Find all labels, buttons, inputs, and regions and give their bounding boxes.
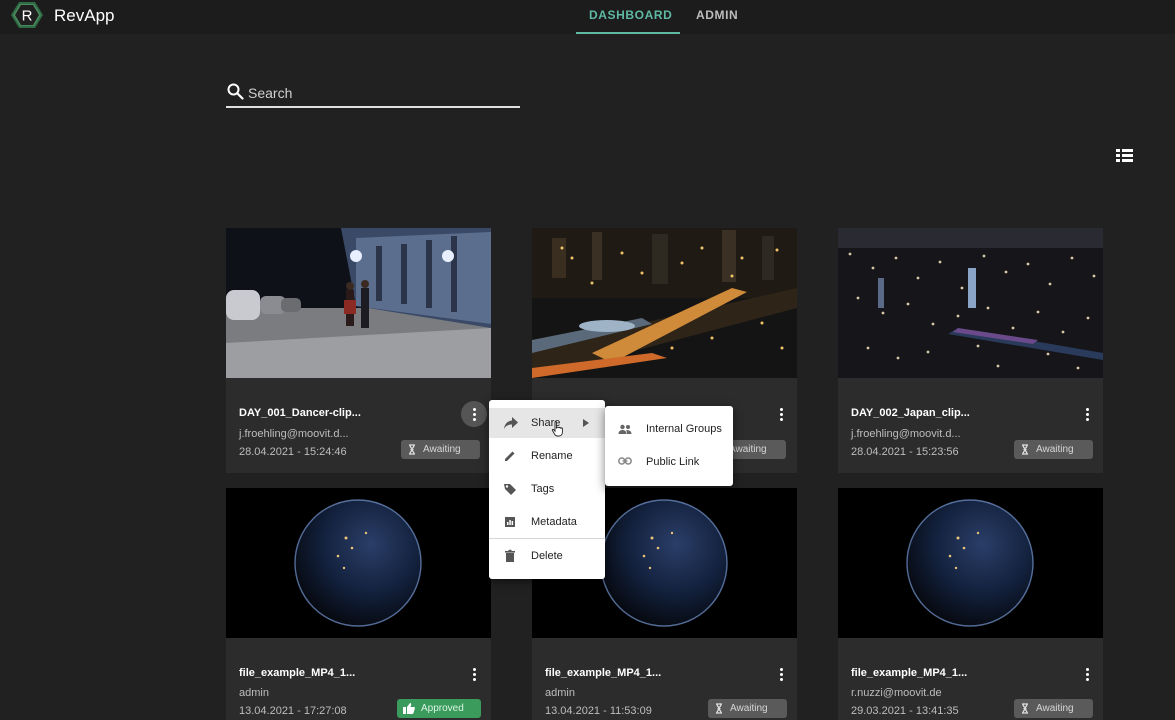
share-submenu: Internal Groups Public Link [605, 406, 733, 486]
card-title: file_example_MP4_1... [545, 667, 662, 679]
card-date: 29.03.2021 - 13:41:35 [851, 705, 959, 717]
submenu-item-public-link[interactable]: Public Link [605, 447, 733, 477]
video-thumbnail[interactable] [226, 488, 491, 638]
status-label: Awaiting [423, 444, 461, 455]
status-label: Awaiting [1036, 703, 1074, 714]
card-date: 28.04.2021 - 15:23:56 [851, 446, 959, 458]
app-logo[interactable]: R [11, 1, 43, 29]
more-options-button[interactable] [1074, 661, 1100, 687]
menu-item-label: Rename [531, 450, 573, 462]
video-card[interactable]: file_example_MP4_1... r.nuzzi@moovit.de … [838, 488, 1103, 720]
card-title: DAY_001_Dancer-clip... [239, 407, 361, 419]
menu-item-rename[interactable]: Rename [489, 441, 605, 471]
more-options-button[interactable] [1074, 401, 1100, 427]
hourglass-icon [1022, 444, 1028, 455]
video-card[interactable]: DAY_001_Dancer-clip... j.froehling@moovi… [226, 228, 491, 473]
card-title: DAY_002_Japan_clip... [851, 407, 970, 419]
card-title: file_example_MP4_1... [851, 667, 968, 679]
video-thumbnail[interactable] [226, 228, 491, 378]
video-thumbnail[interactable] [532, 228, 797, 378]
share-icon [504, 417, 518, 429]
status-badge: Approved [397, 699, 481, 718]
thumbs-up-icon [403, 703, 415, 714]
menu-item-metadata[interactable]: Metadata [489, 507, 605, 537]
logo-letter: R [22, 8, 33, 25]
link-icon [618, 457, 632, 465]
card-owner: admin [239, 687, 269, 699]
submenu-item-internal-groups[interactable]: Internal Groups [605, 414, 733, 444]
app-name: RevApp [54, 6, 115, 25]
more-options-button[interactable] [461, 401, 487, 427]
menu-item-label: Delete [531, 550, 563, 562]
menu-item-tags[interactable]: Tags [489, 474, 605, 504]
submenu-item-label: Internal Groups [646, 423, 722, 435]
search-input[interactable] [248, 83, 518, 103]
status-badge: Awaiting [401, 440, 480, 459]
video-thumbnail[interactable] [838, 488, 1103, 638]
card-date: 28.04.2021 - 15:24:46 [239, 446, 347, 458]
more-options-button[interactable] [461, 661, 487, 687]
card-owner: j.froehling@moovit.d... [851, 428, 961, 440]
top-app-bar: R RevApp DASHBOARD ADMIN [0, 0, 1175, 34]
card-date: 13.04.2021 - 17:27:08 [239, 705, 347, 717]
hourglass-icon [409, 444, 415, 455]
context-menu: Share Rename Tags Metadata Delete [489, 400, 605, 579]
pencil-icon [505, 451, 515, 461]
trash-icon [505, 549, 515, 562]
status-label: Awaiting [1036, 444, 1074, 455]
status-label: Awaiting [729, 444, 767, 455]
status-badge: Awaiting [1014, 699, 1093, 718]
video-thumbnail[interactable] [838, 228, 1103, 378]
list-view-icon[interactable] [1115, 146, 1135, 164]
status-label: Awaiting [730, 703, 768, 714]
tag-icon [504, 484, 516, 495]
more-options-button[interactable] [768, 401, 794, 427]
search-icon [227, 83, 244, 100]
card-date: 13.04.2021 - 11:53:09 [545, 705, 652, 717]
menu-item-label: Metadata [531, 516, 577, 528]
status-badge: Awaiting [1014, 440, 1093, 459]
tab-admin[interactable]: ADMIN [696, 8, 738, 22]
card-title: file_example_MP4_1... [239, 667, 356, 679]
card-owner: admin [545, 687, 575, 699]
active-tab-indicator [576, 32, 680, 34]
submenu-item-label: Public Link [646, 456, 700, 468]
group-icon [618, 424, 632, 434]
menu-item-delete[interactable]: Delete [489, 541, 605, 571]
card-owner: j.froehling@moovit.d... [239, 428, 349, 440]
video-card[interactable]: file_example_MP4_1... admin 13.04.2021 -… [226, 488, 491, 720]
menu-item-label: Tags [531, 483, 555, 495]
caret-right-icon [583, 419, 589, 427]
tab-dashboard[interactable]: DASHBOARD [589, 8, 672, 22]
status-badge: Awaiting [708, 699, 787, 718]
metadata-icon [505, 517, 515, 527]
status-label: Approved [421, 703, 464, 714]
menu-divider [489, 538, 605, 539]
hourglass-icon [716, 703, 722, 714]
search-field[interactable] [226, 80, 520, 108]
video-card[interactable]: DAY_002_Japan_clip... j.froehling@moovit… [838, 228, 1103, 473]
hand-pointer-icon [551, 421, 563, 437]
more-options-button[interactable] [768, 661, 794, 687]
menu-item-share[interactable]: Share [489, 408, 605, 438]
hourglass-icon [1022, 703, 1028, 714]
card-owner: r.nuzzi@moovit.de [851, 687, 942, 699]
